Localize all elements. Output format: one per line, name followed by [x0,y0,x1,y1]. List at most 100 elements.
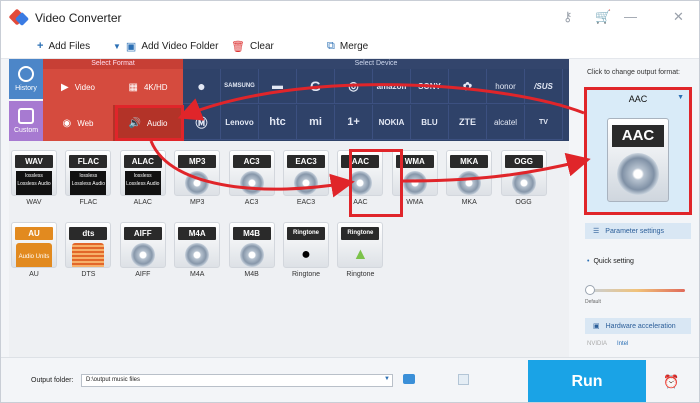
alarm-clock-icon[interactable]: ⏰ [663,374,679,390]
format-badge: AAC [341,155,380,168]
quality-slider-handle[interactable] [585,285,595,295]
device-oneplus[interactable]: 1+ [335,105,373,140]
format-name: DTS [81,271,96,278]
format-card: Ringtone ▲ [337,222,384,268]
history-button[interactable]: History [9,59,43,99]
format-card: AIFF [119,222,166,268]
audio-format-tile-aac[interactable]: AAC AAC [337,150,384,206]
audio-format-tile-m4a[interactable]: M4A M4A [174,222,221,278]
minimize-icon[interactable]: — [624,9,637,24]
add-video-folder-button[interactable]: ▼ ▣ Add Video Folder [113,40,218,53]
app-window: Video Converter ⚷ 🛒 — ✕ + Add Files ▼ ▣ … [0,0,700,403]
device-lenovo[interactable]: Lenovo [221,105,259,140]
format-card: AC3 [228,150,275,196]
parameter-settings-label: Parameter settings [605,227,665,235]
select-format-header: Select Format [43,59,183,69]
disc-icon [130,243,155,267]
format-name: WMA [406,199,424,206]
audio-format-tile-alac[interactable]: ALAC lossless Lossless Audio ALAC [119,150,166,206]
lossless-audio-icon: lossless Lossless Audio [70,171,107,195]
format-type-4khd[interactable]: ▦ 4K/HD [113,69,183,105]
format-type-grid: ▶ Video ▦ 4K/HD ◉ Web 🔊 Audio [43,69,183,141]
format-card: ALAC lossless Lossless Audio [119,150,166,196]
run-button[interactable]: Run [528,360,646,402]
output-format-selector[interactable]: AAC ▼ AAC [585,87,691,215]
device-apple-icon[interactable]: ● [183,69,221,104]
disc-icon [294,171,318,195]
device-nokia[interactable]: NOKIA [373,105,411,140]
output-folder-input[interactable]: D:\output music files [81,374,393,387]
quality-slider-track[interactable] [589,289,685,292]
format-name: ALAC [133,199,152,206]
device-sony[interactable]: SONY [411,69,449,104]
format-type-label: 4K/HD [143,82,168,92]
device-motorola-icon[interactable]: Ⓜ [183,105,221,140]
quick-setting-label: Quick setting [593,258,634,265]
gpu-intel: Intel [617,341,629,347]
device-tv[interactable]: TV [525,105,563,140]
audio-format-tile-aiff[interactable]: AIFF AIFF [119,222,166,278]
device-zte[interactable]: ZTE [449,105,487,140]
device-alcatel[interactable]: alcatel [487,105,525,140]
output-format-caption: Click to change output format: [587,69,680,76]
audio-format-tile-wav[interactable]: WAV lossless Lossless Audio WAV [11,150,57,206]
format-card: M4B [228,222,275,268]
device-samsung[interactable]: SAMSUNG [221,69,259,104]
add-video-folder-label: Add Video Folder [141,41,219,52]
custom-button[interactable]: Custom [9,101,43,141]
device-asus[interactable]: /SUS [525,69,563,104]
device-honor[interactable]: honor [487,69,525,104]
open-folder-icon[interactable] [403,374,415,384]
audio-format-tile-flac[interactable]: FLAC lossless Lossless Audio FLAC [65,150,112,206]
audio-format-tile-ringtone[interactable]: Ringtone ▲ Ringtone [337,222,384,278]
audio-format-tile-mka[interactable]: MKA MKA [446,150,493,206]
parameter-settings-button[interactable]: ☰ Parameter settings [585,223,691,239]
clear-button[interactable]: 🗑 Clear [231,40,274,53]
format-badge: M4A [178,227,217,240]
device-htc[interactable]: htc [259,105,297,140]
bullet-icon: • [587,258,590,265]
format-name: M4B [244,271,259,278]
side-nav: History Custom [9,59,43,141]
device-amazon[interactable]: amazon [373,69,411,104]
gpu-nvidia: NVIDIA [587,341,608,347]
format-type-label: Audio [146,118,168,128]
hardware-acceleration-button[interactable]: ▣ Hardware acceleration [585,318,691,334]
merge-button[interactable]: ⧉ Merge [327,40,368,53]
format-name: FLAC [79,199,98,206]
audio-format-tile-wma[interactable]: WMA WMA [391,150,438,206]
format-name: Ringtone [291,271,321,278]
audio-format-tile-ringtone[interactable]: Ringtone ● Ringtone [283,222,329,278]
cart-icon[interactable]: 🛒 [595,9,611,25]
dropdown-caret-icon[interactable]: ▼ [113,42,121,51]
device-xiaomi[interactable]: mi [297,105,335,140]
format-card: M4A [174,222,221,268]
open-output-icon[interactable] [458,374,469,385]
close-icon[interactable]: ✕ [673,9,684,25]
audio-format-tile-ac3[interactable]: AC3 AC3 [228,150,275,206]
format-type-web[interactable]: ◉ Web [43,105,113,141]
format-card: OGG [500,150,547,196]
audio-format-tile-m4b[interactable]: M4B M4B [228,222,275,278]
audio-format-tile-eac3[interactable]: EAC3 EAC3 [283,150,329,206]
device-android-icon[interactable]: ▬ [259,69,297,104]
dropdown-caret-icon[interactable]: ▼ [677,94,684,101]
audio-format-tile-au[interactable]: AU Audio Units AU [11,222,57,278]
audio-format-tile-dts[interactable]: dts DTS [65,222,112,278]
key-icon[interactable]: ⚷ [563,9,573,25]
select-device-header: Select Device [183,59,569,69]
merge-label: Merge [339,41,369,52]
device-huawei-icon[interactable]: ✿ [449,69,487,104]
format-badge: dts [69,227,108,240]
add-files-button[interactable]: + Add Files [37,40,90,52]
device-blu[interactable]: BLU [411,105,449,140]
format-badge: ALAC [123,155,162,168]
device-google[interactable]: G [297,69,335,104]
dropdown-caret-icon[interactable]: ▼ [384,376,390,382]
format-name: AIFF [135,271,151,278]
format-type-audio[interactable]: 🔊 Audio [113,105,183,141]
audio-format-tile-ogg[interactable]: OGG OGG [500,150,547,206]
audio-format-tile-mp3[interactable]: MP3 MP3 [174,150,221,206]
device-motorola-g-icon[interactable]: ◎ [335,69,373,104]
format-type-video[interactable]: ▶ Video [43,69,113,105]
